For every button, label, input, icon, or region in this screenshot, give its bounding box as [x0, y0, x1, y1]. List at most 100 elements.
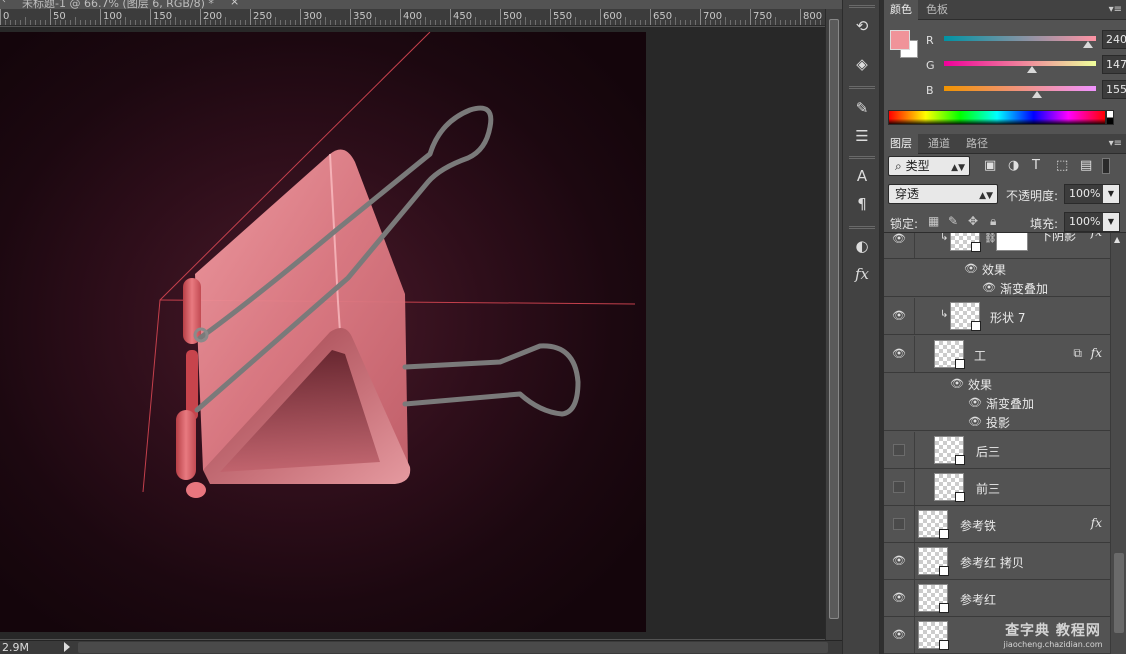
visibility-eye-icon[interactable]: 👁︎ — [892, 629, 906, 641]
visibility-toggle-off[interactable] — [893, 481, 905, 493]
scroll-up-icon[interactable]: ▲ — [1114, 235, 1120, 244]
tab-swatches[interactable]: 色板 — [920, 0, 954, 20]
effect-row[interactable]: 👁︎ 渐变叠加 — [884, 278, 1110, 297]
red-slider-knob[interactable] — [1083, 41, 1093, 48]
effects-group-row[interactable]: 👁︎ 效果 — [884, 374, 1110, 393]
tab-channels[interactable]: 通道 — [922, 134, 956, 154]
tab-paths[interactable]: 路径 — [960, 134, 994, 154]
visibility-eye-icon[interactable]: 👁︎ — [982, 281, 996, 294]
ruler-minor-tick — [415, 20, 416, 25]
filter-smartobject-icon[interactable]: ▤ — [1080, 158, 1092, 173]
layer-row[interactable]: 👁︎ 参考红 — [884, 580, 1110, 617]
foreground-color-swatch[interactable] — [890, 30, 910, 50]
filter-toggle-icon[interactable] — [1102, 158, 1110, 174]
lock-all-icon[interactable]: 🔒︎ — [990, 214, 996, 229]
styles-icon[interactable]: ◐ — [852, 236, 872, 256]
layer-row[interactable]: 👁︎ ↳ ⛓ 下阴影 fx — [884, 233, 1110, 259]
effects-group-row[interactable]: 👁︎ 效果 — [884, 259, 1110, 278]
layer-row[interactable]: 前三 — [884, 469, 1110, 506]
visibility-toggle-off[interactable] — [893, 518, 905, 530]
layer-row[interactable]: 👁︎ 参考红 拷贝 — [884, 543, 1110, 580]
layer-filter-dropdown[interactable]: ⌕ 类型 ▲▼ — [888, 156, 970, 176]
visibility-eye-icon[interactable]: 👁︎ — [892, 555, 906, 567]
black-white-ramp[interactable] — [1106, 110, 1114, 125]
visibility-eye-icon[interactable]: 👁︎ — [964, 262, 978, 275]
layer-row[interactable]: 参考铁 fx — [884, 506, 1110, 543]
green-slider-track[interactable] — [944, 61, 1096, 66]
red-channel-slider[interactable]: R 240 — [924, 30, 1126, 54]
fx-icon[interactable]: fx — [1091, 516, 1102, 530]
close-document-icon[interactable]: × — [230, 0, 239, 8]
filter-shape-icon[interactable]: ⬚ — [1056, 158, 1068, 173]
layer-row[interactable]: 后三 — [884, 432, 1110, 469]
paragraph-icon[interactable]: ¶ — [852, 194, 872, 214]
fill-field[interactable]: 100% ▼ — [1064, 212, 1120, 232]
blue-value-field[interactable]: 155 — [1102, 80, 1126, 99]
grip-icon[interactable] — [849, 156, 875, 159]
document-size: 2.9M — [2, 641, 29, 654]
pasteboard[interactable] — [0, 27, 825, 639]
visibility-eye-icon[interactable]: 👁︎ — [892, 233, 906, 245]
scrollbar-thumb[interactable] — [829, 19, 839, 619]
blend-mode-dropdown[interactable]: 穿透 ▲▼ — [888, 184, 998, 204]
lock-transparency-icon[interactable]: ▦ — [928, 214, 939, 228]
ruler-minor-tick — [30, 20, 31, 25]
adjust-icon[interactable]: ☰ — [852, 126, 872, 146]
layer-thumbnail — [934, 473, 965, 502]
fx-icon[interactable]: fx — [1091, 233, 1102, 239]
layers-list[interactable]: 👁︎ ↳ ⛓ 下阴影 fx 👁︎ 效果 👁︎ 渐变叠加 👁︎ ↳ 形状 7 👁︎… — [884, 232, 1126, 654]
ruler-minor-tick — [110, 20, 111, 25]
brush-icon[interactable]: ✎ — [852, 98, 872, 118]
opacity-field[interactable]: 100% ▼ — [1064, 184, 1120, 204]
lock-paint-icon[interactable]: ✎ — [948, 214, 958, 228]
color-spectrum-ramp[interactable] — [888, 110, 1106, 125]
effect-row[interactable]: 👁︎ 投影 — [884, 412, 1110, 431]
green-slider-knob[interactable] — [1027, 66, 1037, 73]
effect-row[interactable]: 👁︎ 渐变叠加 — [884, 393, 1110, 412]
blue-channel-slider[interactable]: B 155 — [924, 80, 1126, 104]
visibility-toggle-off[interactable] — [893, 444, 905, 456]
layer-row[interactable]: 👁︎ 工 ⧉ fx — [884, 336, 1110, 373]
filter-type-icon[interactable]: T — [1032, 158, 1040, 173]
tab-layers[interactable]: 图层 — [884, 134, 918, 154]
lock-position-icon[interactable]: ✥ — [968, 214, 978, 228]
visibility-eye-icon[interactable]: 👁︎ — [968, 396, 982, 409]
status-bar: 2.9M — [0, 640, 842, 654]
panel-menu-icon[interactable]: ▾≡ — [1109, 138, 1122, 149]
character-icon[interactable]: A — [852, 166, 872, 186]
tab-color[interactable]: 颜色 — [884, 0, 918, 20]
visibility-eye-icon[interactable]: 👁︎ — [892, 348, 906, 360]
status-menu-arrow-icon[interactable] — [64, 642, 70, 652]
fx-icon[interactable]: fx — [852, 264, 872, 284]
chevron-down-icon[interactable]: ▼ — [1103, 185, 1119, 203]
grip-icon[interactable] — [849, 5, 875, 8]
visibility-eye-icon[interactable]: 👁︎ — [950, 377, 964, 390]
layers-scrollbar[interactable]: ▲ — [1110, 233, 1126, 654]
history-icon[interactable]: ⟲ — [852, 16, 872, 36]
grip-icon[interactable] — [849, 226, 875, 229]
ruler-minor-tick — [20, 20, 21, 25]
blue-slider-track[interactable] — [944, 86, 1096, 91]
canvas-vertical-scrollbar[interactable] — [825, 9, 842, 640]
chevron-down-icon[interactable]: ▼ — [1103, 213, 1119, 231]
grip-icon[interactable] — [849, 86, 875, 89]
visibility-eye-icon[interactable]: 👁︎ — [892, 592, 906, 604]
red-slider-track[interactable] — [944, 36, 1096, 41]
panel-menu-icon[interactable]: ▾≡ — [1109, 4, 1122, 15]
document-tab[interactable]: ‹ 未标题-1 @ 66.7% (图层 6, RGB/8) * × — [0, 0, 245, 9]
canvas-artboard[interactable] — [0, 32, 646, 632]
filter-adjustment-icon[interactable]: ◑ — [1008, 158, 1019, 173]
green-value-field[interactable]: 147 — [1102, 55, 1126, 74]
3d-icon[interactable]: ◈ — [852, 54, 872, 74]
canvas-horizontal-scrollbar[interactable] — [78, 642, 828, 653]
green-channel-slider[interactable]: G 147 — [924, 55, 1126, 79]
red-value-field[interactable]: 240 — [1102, 30, 1126, 49]
visibility-eye-icon[interactable]: 👁︎ — [968, 415, 982, 428]
filter-pixel-icon[interactable]: ▣ — [984, 158, 996, 173]
fx-icon[interactable]: fx — [1091, 346, 1102, 360]
ruler-minor-tick — [195, 20, 196, 25]
layer-row[interactable]: 👁︎ ↳ 形状 7 — [884, 298, 1110, 335]
tab-scroll-left-icon[interactable]: ‹ — [2, 0, 6, 6]
blue-slider-knob[interactable] — [1032, 91, 1042, 98]
visibility-eye-icon[interactable]: 👁︎ — [892, 310, 906, 322]
